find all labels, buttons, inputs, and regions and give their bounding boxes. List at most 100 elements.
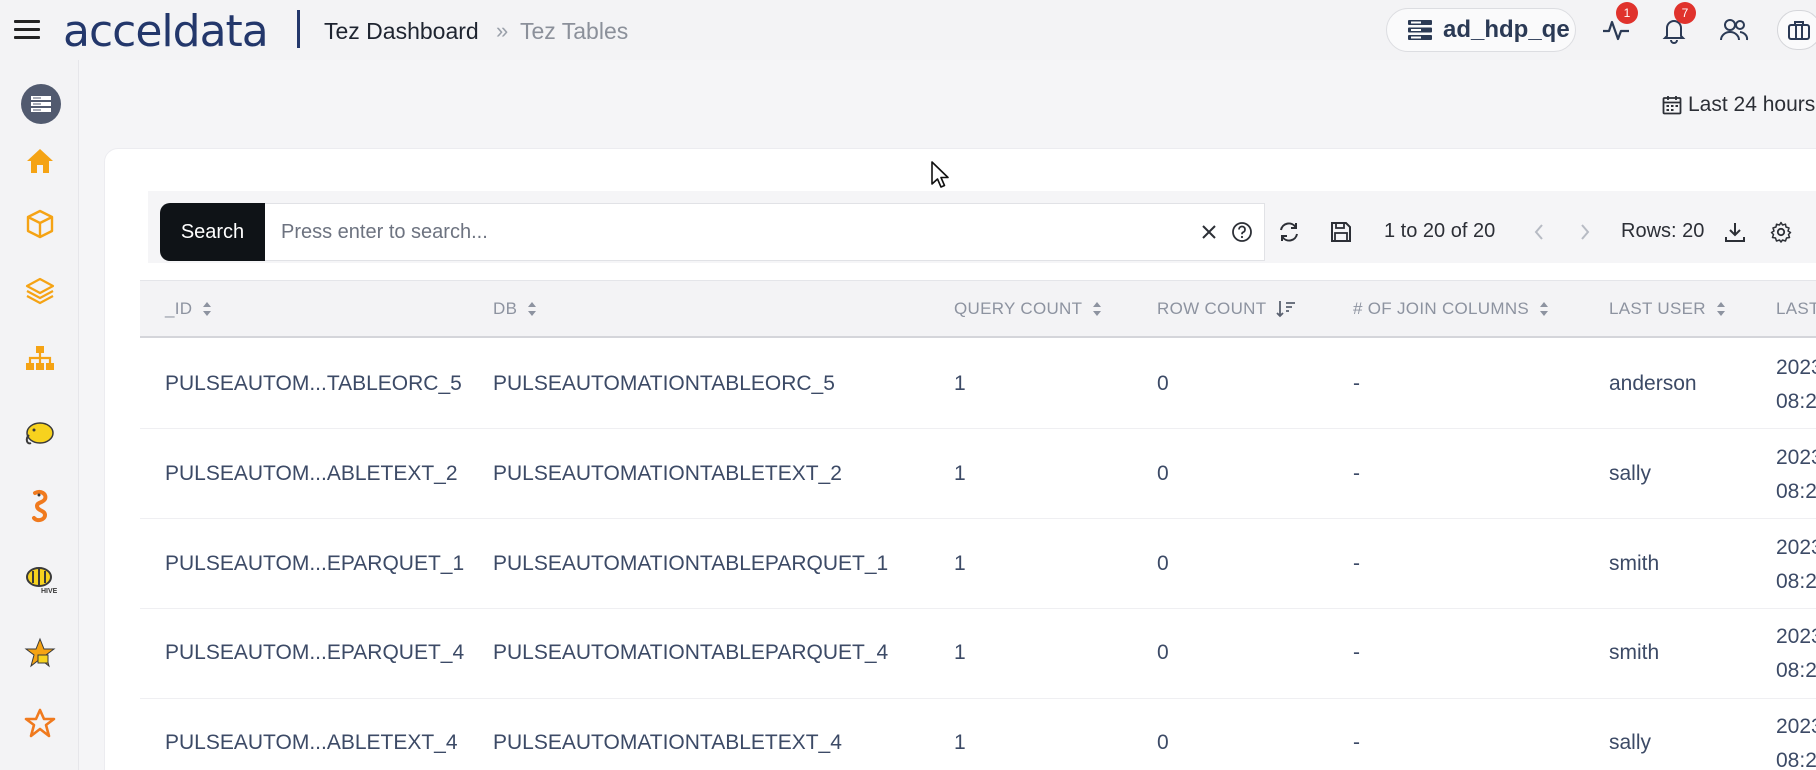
column-header-last[interactable]: LAST <box>1776 299 1816 319</box>
settings-button[interactable] <box>1768 219 1794 245</box>
rows-per-page[interactable]: Rows: 20 <box>1621 220 1704 243</box>
sidebar-item-hierarchy[interactable] <box>19 337 61 379</box>
column-header-db[interactable]: DB <box>493 299 537 319</box>
column-header-row-count[interactable]: ROW COUNT <box>1157 299 1296 319</box>
hive-bee-icon: HIVE <box>26 567 57 595</box>
column-header-join-columns[interactable]: # OF JOIN COLUMNS <box>1353 299 1549 319</box>
cell-last-line2: 08:2 <box>1776 390 1816 413</box>
hamburger-menu-icon[interactable] <box>14 20 40 40</box>
sidebar-item-cube[interactable] <box>19 203 61 245</box>
sidebar-item-star[interactable] <box>19 702 61 744</box>
table-row[interactable]: PULSEAUTOM...ABLETEXT_2 PULSEAUTOMATIONT… <box>140 429 1816 519</box>
activity-badge: 1 <box>1616 2 1638 24</box>
cell-join-columns: - <box>1353 552 1360 575</box>
column-header-last-user[interactable]: LAST USER <box>1609 299 1726 319</box>
cell-db: PULSEAUTOMATIONTABLETEXT_4 <box>493 731 842 754</box>
pulse-activity-button[interactable]: 1 <box>1600 2 1638 46</box>
svg-text:HIVE: HIVE <box>41 588 57 595</box>
cell-id[interactable]: PULSEAUTOM...ABLETEXT_2 <box>165 462 458 486</box>
save-button[interactable] <box>1328 219 1354 245</box>
search-help-button[interactable] <box>1229 219 1255 245</box>
download-icon <box>1725 223 1745 242</box>
sidebar-item-star-hive[interactable] <box>19 632 61 674</box>
cell-join-columns: - <box>1353 641 1360 664</box>
cell-id[interactable]: PULSEAUTOM...ABLETEXT_4 <box>165 731 458 755</box>
help-circle-icon <box>1232 222 1252 242</box>
cell-db: PULSEAUTOMATIONTABLEORC_5 <box>493 372 835 395</box>
search-input[interactable] <box>265 203 1265 261</box>
servers-icon <box>31 96 51 112</box>
hierarchy-icon <box>26 346 54 370</box>
cell-last-line2: 08:2 <box>1776 570 1816 593</box>
mouse-cursor-icon <box>931 161 949 188</box>
briefcase-icon <box>1788 21 1810 40</box>
sidebar-item-hive[interactable]: HIVE <box>19 558 61 600</box>
workspace-button[interactable] <box>1777 10 1816 50</box>
users-button[interactable] <box>1718 14 1750 46</box>
table-header: _ID DB QUERY COUNT ROW COUNT # OF JOIN C… <box>140 280 1816 338</box>
gear-icon <box>1770 221 1792 243</box>
table-row[interactable]: PULSEAUTOM...EPARQUET_4 PULSEAUTOMATIONT… <box>140 609 1816 699</box>
notification-badge: 7 <box>1674 2 1696 24</box>
cell-last-user: sally <box>1609 462 1652 485</box>
sidebar-item-layers[interactable] <box>19 270 61 312</box>
sidebar-item-hadoop[interactable] <box>19 412 61 454</box>
seahorse-icon <box>32 489 48 523</box>
cell-last-line2: 08:2 <box>1776 749 1816 770</box>
cell-query-count: 1 <box>954 372 966 395</box>
breadcrumb-tez-tables: Tez Tables <box>520 18 629 44</box>
cell-query-count: 1 <box>954 552 966 575</box>
save-icon <box>1331 222 1351 242</box>
logo-divider <box>297 10 300 48</box>
cell-join-columns: - <box>1353 462 1360 485</box>
sidebar-item-seahorse[interactable] <box>19 485 61 527</box>
pagination-summary: 1 to 20 of 20 <box>1384 220 1496 242</box>
cube-icon <box>26 209 54 239</box>
breadcrumb-separator: » <box>496 18 509 43</box>
table-row[interactable]: PULSEAUTOM...TABLEORC_5 PULSEAUTOMATIONT… <box>140 339 1816 429</box>
cell-last: 2023 08:2 <box>1776 351 1816 419</box>
cell-id[interactable]: PULSEAUTOM...EPARQUET_1 <box>165 552 464 576</box>
column-header-query-count[interactable]: QUERY COUNT <box>954 299 1102 319</box>
cell-row-count: 0 <box>1157 552 1169 575</box>
previous-page-button[interactable] <box>1526 219 1552 245</box>
cell-last-line2: 08:2 <box>1776 480 1816 503</box>
cell-join-columns: - <box>1353 372 1360 395</box>
cell-last-line1: 2023 <box>1776 625 1816 648</box>
top-bar: acceldata Tez Dashboard » Tez Tables ad_… <box>0 0 1816 60</box>
column-label: QUERY COUNT <box>954 299 1083 318</box>
cell-query-count: 1 <box>954 731 966 754</box>
next-page-button[interactable] <box>1572 219 1598 245</box>
star-hive-icon <box>24 637 56 668</box>
table-row[interactable]: PULSEAUTOM...ABLETEXT_4 PULSEAUTOMATIONT… <box>140 699 1816 770</box>
sort-icon <box>203 302 212 316</box>
column-label: LAST <box>1776 299 1816 318</box>
cell-db: PULSEAUTOMATIONTABLEPARQUET_4 <box>493 641 889 664</box>
refresh-button[interactable] <box>1276 219 1302 245</box>
column-header-id[interactable]: _ID <box>165 299 212 319</box>
cluster-selector[interactable]: ad_hdp_qe <box>1386 8 1576 52</box>
cell-id[interactable]: PULSEAUTOM...TABLEORC_5 <box>165 372 462 396</box>
cell-last-user: sally <box>1609 731 1652 754</box>
cell-last-line1: 2023 <box>1776 356 1816 379</box>
layers-icon <box>25 277 55 305</box>
notifications-button[interactable]: 7 <box>1658 2 1696 46</box>
column-label: _ID <box>165 299 193 318</box>
search-button[interactable]: Search <box>160 203 265 261</box>
cell-last-user: smith <box>1609 641 1660 664</box>
clear-search-button[interactable] <box>1196 219 1222 245</box>
cell-id[interactable]: PULSEAUTOM...EPARQUET_4 <box>165 641 464 665</box>
cell-last: 2023 08:2 <box>1776 531 1816 599</box>
column-label: # OF JOIN COLUMNS <box>1353 299 1530 318</box>
table-row[interactable]: PULSEAUTOM...EPARQUET_1 PULSEAUTOMATIONT… <box>140 519 1816 609</box>
acceldata-logo[interactable]: acceldata <box>63 6 269 57</box>
cell-last: 2023 08:2 <box>1776 710 1816 770</box>
sidebar-item-home[interactable] <box>19 140 61 182</box>
date-range-picker[interactable]: Last 24 hours <box>1662 93 1815 117</box>
download-button[interactable] <box>1722 219 1748 245</box>
sidebar-item-servers[interactable] <box>21 84 61 124</box>
cell-join-columns: - <box>1353 731 1360 754</box>
column-label: ROW COUNT <box>1157 299 1267 318</box>
breadcrumb-tez-dashboard[interactable]: Tez Dashboard <box>324 18 479 45</box>
users-icon <box>1720 19 1749 41</box>
